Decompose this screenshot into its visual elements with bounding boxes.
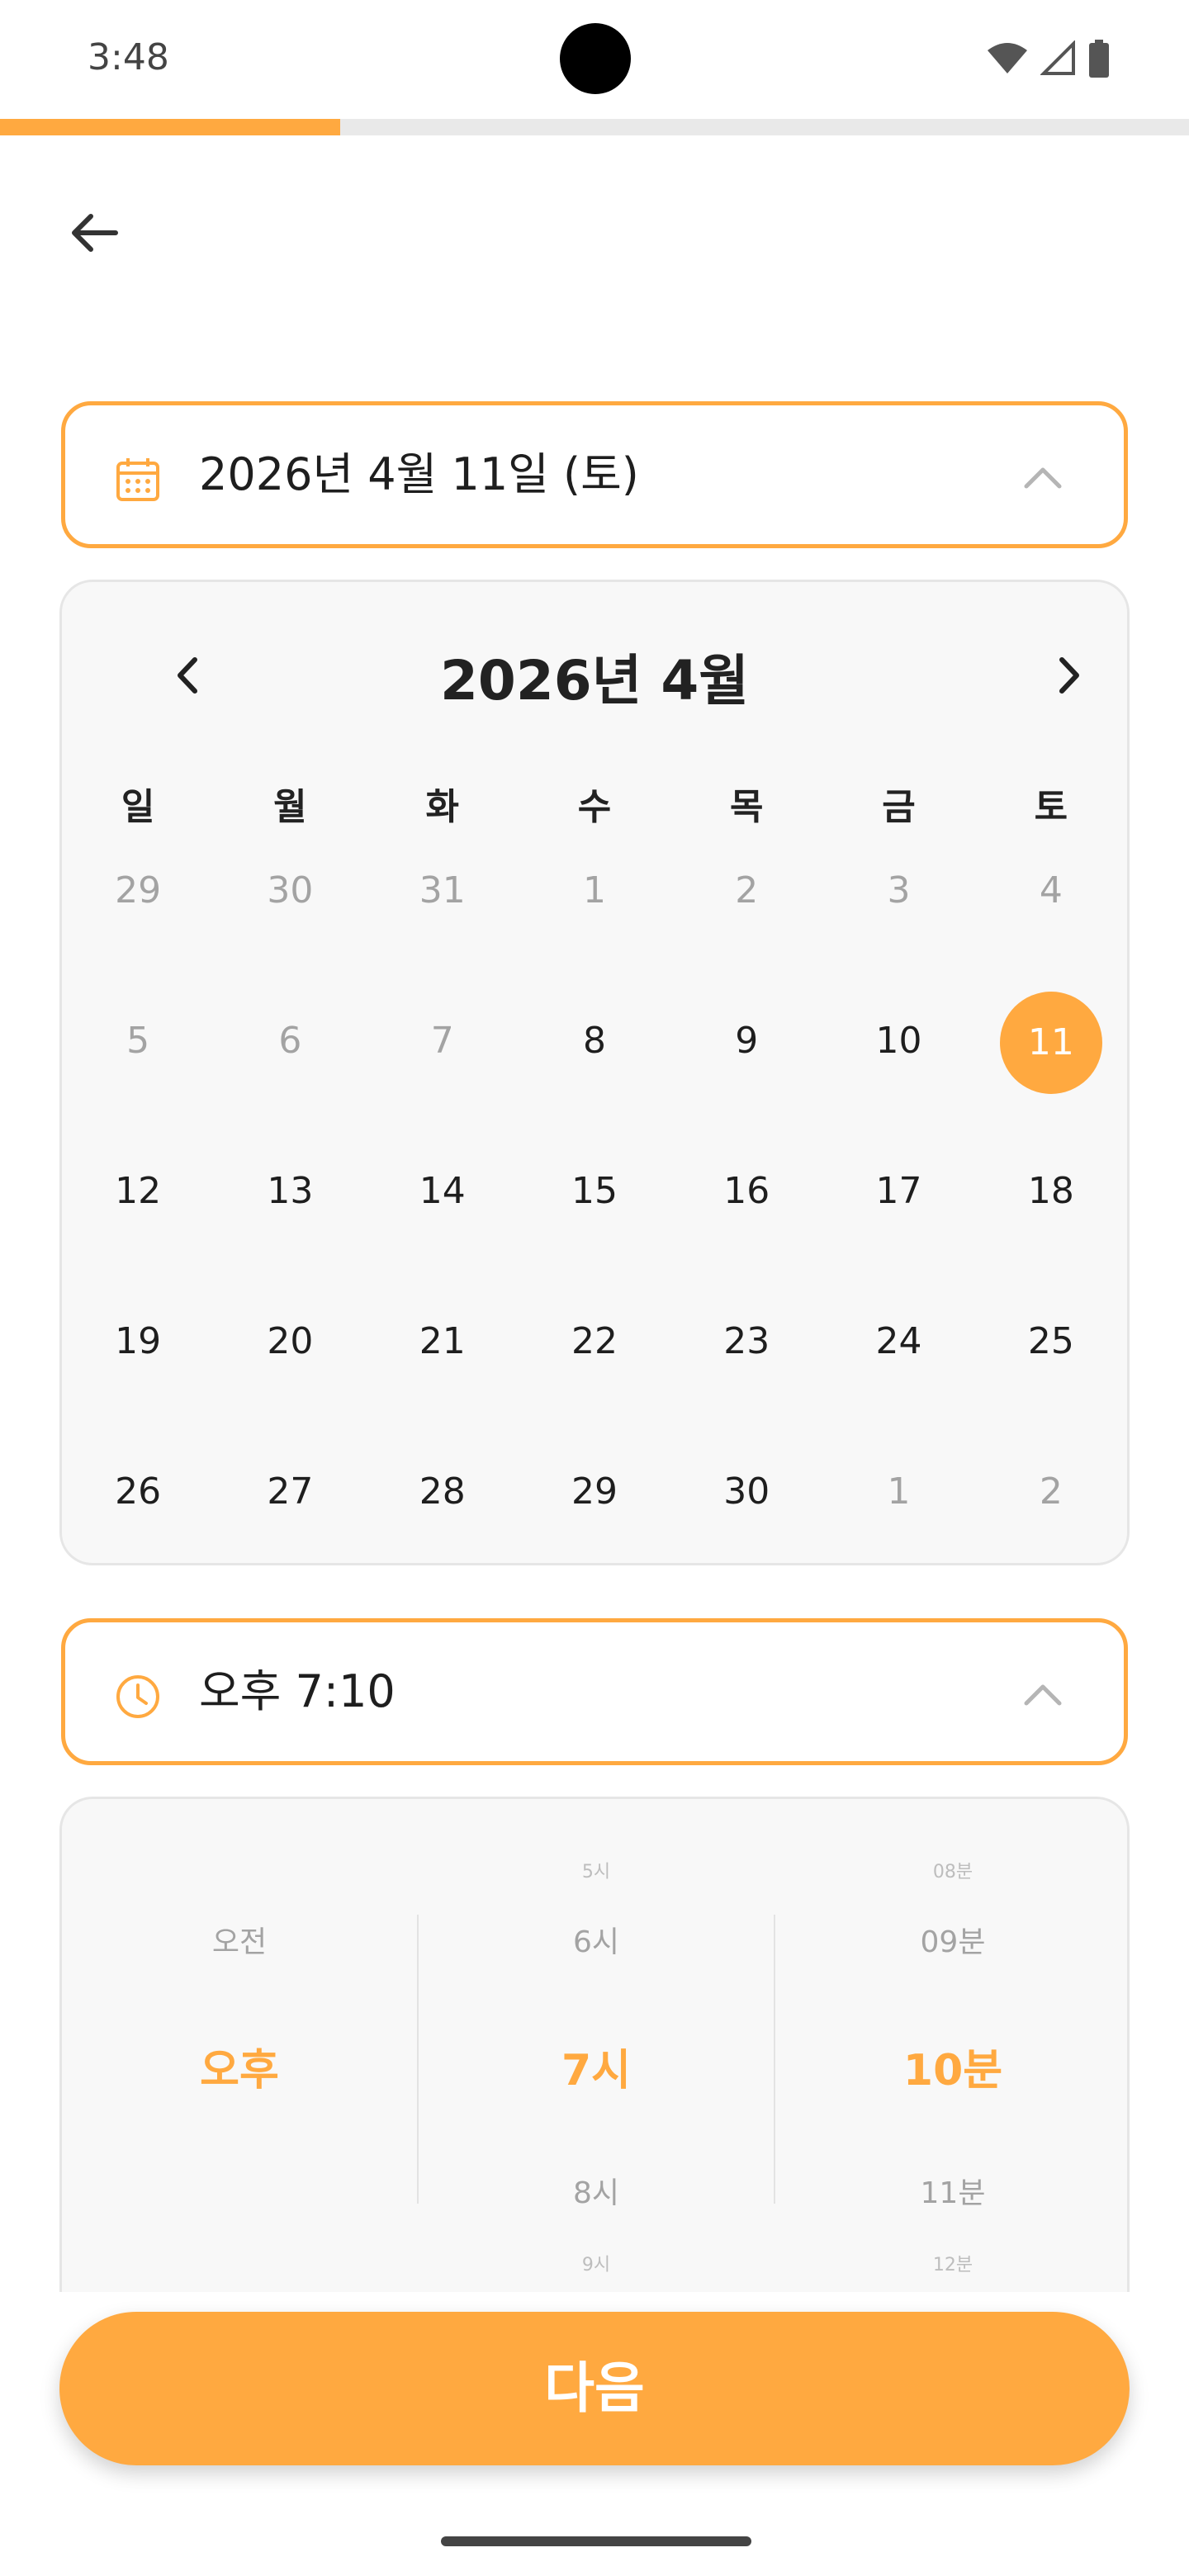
home-indicator[interactable] xyxy=(441,2536,751,2546)
calendar-day: 1 xyxy=(582,869,606,912)
calendar-day[interactable]: 15 xyxy=(519,1142,670,1241)
chevron-up-icon xyxy=(1024,1684,1062,1706)
calendar-day[interactable]: 17 xyxy=(822,1142,974,1241)
calendar-day: 3 xyxy=(887,869,911,912)
calendar-day[interactable]: 23 xyxy=(670,1292,822,1391)
progress-bar xyxy=(0,119,1189,135)
next-button[interactable]: 다음 xyxy=(59,2312,1130,2465)
clock-icon xyxy=(116,1675,159,1718)
ampm-option[interactable]: 오전 xyxy=(62,1918,417,1961)
ampm-selected[interactable]: 오후 xyxy=(62,2035,417,2097)
time-picker-panel: 오전 오후 5시 6시 7시 8시 9시 08분 09분 10분 11분 12분 xyxy=(59,1797,1130,2292)
calendar-day[interactable]: 19 xyxy=(62,1292,214,1391)
signal-icon xyxy=(1040,40,1075,75)
calendar-week: 29 30 31 1 2 3 4 xyxy=(62,841,1127,940)
calendar-day[interactable]: 28 xyxy=(367,1442,519,1541)
calendar-day[interactable]: 27 xyxy=(214,1442,366,1541)
hour-option[interactable]: 9시 xyxy=(419,2250,774,2276)
calendar-day[interactable]: 22 xyxy=(519,1292,670,1391)
calendar-day: 2 xyxy=(735,869,759,912)
calendar-day[interactable]: 10 xyxy=(822,992,974,1091)
calendar-day: 7 xyxy=(430,1020,454,1062)
calendar-day[interactable]: 30 xyxy=(670,1442,822,1541)
calendar-day: 1 xyxy=(887,1470,911,1513)
back-button[interactable] xyxy=(59,198,129,268)
weekday-header: 일 월 화 수 목 금 토 xyxy=(62,777,1127,830)
weekday-label: 목 xyxy=(730,786,764,828)
minute-option[interactable]: 08분 xyxy=(775,1857,1127,1883)
calendar-day[interactable]: 29 xyxy=(519,1442,670,1541)
calendar-day: 29 xyxy=(115,869,162,912)
selected-time: 오후 7:10 xyxy=(199,1665,396,1717)
status-time: 3:48 xyxy=(88,36,169,78)
calendar-day[interactable]: 25 xyxy=(975,1292,1127,1391)
date-selector[interactable]: 2026년 4월 11일 (토) xyxy=(61,401,1128,548)
calendar-day: 5 xyxy=(126,1020,150,1062)
hour-option[interactable]: 8시 xyxy=(419,2169,774,2212)
calendar-day[interactable]: 24 xyxy=(822,1292,974,1391)
calendar-month-title: 2026년 4월 xyxy=(439,649,750,713)
calendar-day[interactable]: 8 xyxy=(519,992,670,1091)
calendar-day[interactable]: 13 xyxy=(214,1142,366,1241)
calendar-week: 26 27 28 29 30 1 2 xyxy=(62,1442,1127,1541)
weekday-label: 일 xyxy=(121,786,155,828)
calendar-day[interactable]: 21 xyxy=(367,1292,519,1391)
battery-icon xyxy=(1089,40,1109,78)
selected-day-label: 11 xyxy=(999,992,1102,1094)
front-camera xyxy=(560,23,631,94)
minute-option[interactable]: 11분 xyxy=(775,2169,1127,2212)
calendar-week: 19 20 21 22 23 24 25 xyxy=(62,1292,1127,1391)
calendar-day[interactable]: 9 xyxy=(670,992,822,1091)
wifi-icon xyxy=(988,43,1027,73)
weekday-label: 수 xyxy=(577,786,612,828)
progress-bar-fill xyxy=(0,119,340,135)
calendar-day: 6 xyxy=(278,1020,302,1062)
time-selector[interactable]: 오후 7:10 xyxy=(61,1618,1128,1765)
hour-wheel[interactable]: 5시 6시 7시 8시 9시 xyxy=(419,1799,774,2292)
minute-option[interactable]: 12분 xyxy=(775,2250,1127,2276)
chevron-right-icon xyxy=(1059,657,1079,694)
status-bar: 3:48 xyxy=(0,0,1189,116)
calendar-day[interactable]: 14 xyxy=(367,1142,519,1241)
calendar-day: 30 xyxy=(267,869,314,912)
chevron-up-icon xyxy=(1024,467,1062,489)
calendar-day[interactable]: 26 xyxy=(62,1442,214,1541)
calendar-week: 5 6 7 8 9 10 11 xyxy=(62,992,1127,1094)
minute-option[interactable]: 09분 xyxy=(775,1918,1127,1961)
calendar-day[interactable]: 12 xyxy=(62,1142,214,1241)
next-month-button[interactable] xyxy=(1040,646,1097,704)
calendar-day: 31 xyxy=(419,869,466,912)
arrow-left-icon xyxy=(72,214,118,252)
hour-option[interactable]: 6시 xyxy=(419,1918,774,1961)
calendar-day[interactable]: 20 xyxy=(214,1292,366,1391)
minute-selected[interactable]: 10분 xyxy=(775,2035,1127,2097)
hour-option[interactable]: 5시 xyxy=(419,1857,774,1883)
selected-date: 2026년 4월 11일 (토) xyxy=(199,448,639,500)
calendar-panel: 2026년 4월 일 월 화 수 목 금 토 29 30 31 1 2 3 4 … xyxy=(59,580,1130,1565)
hour-selected[interactable]: 7시 xyxy=(419,2035,774,2097)
weekday-label: 금 xyxy=(882,786,916,828)
calendar-day-selected[interactable]: 11 xyxy=(975,992,1127,1094)
calendar-icon xyxy=(116,458,159,501)
calendar-day: 2 xyxy=(1039,1470,1063,1513)
calendar-week: 12 13 14 15 16 17 18 xyxy=(62,1142,1127,1241)
status-icons xyxy=(986,40,1110,78)
ampm-wheel[interactable]: 오전 오후 xyxy=(62,1799,417,2292)
weekday-label: 토 xyxy=(1034,786,1068,828)
calendar-day[interactable]: 16 xyxy=(670,1142,822,1241)
calendar-day: 4 xyxy=(1039,869,1063,912)
minute-wheel[interactable]: 08분 09분 10분 11분 12분 xyxy=(775,1799,1127,2292)
weekday-label: 화 xyxy=(425,786,459,828)
calendar-day[interactable]: 18 xyxy=(975,1142,1127,1241)
weekday-label: 월 xyxy=(273,786,307,828)
